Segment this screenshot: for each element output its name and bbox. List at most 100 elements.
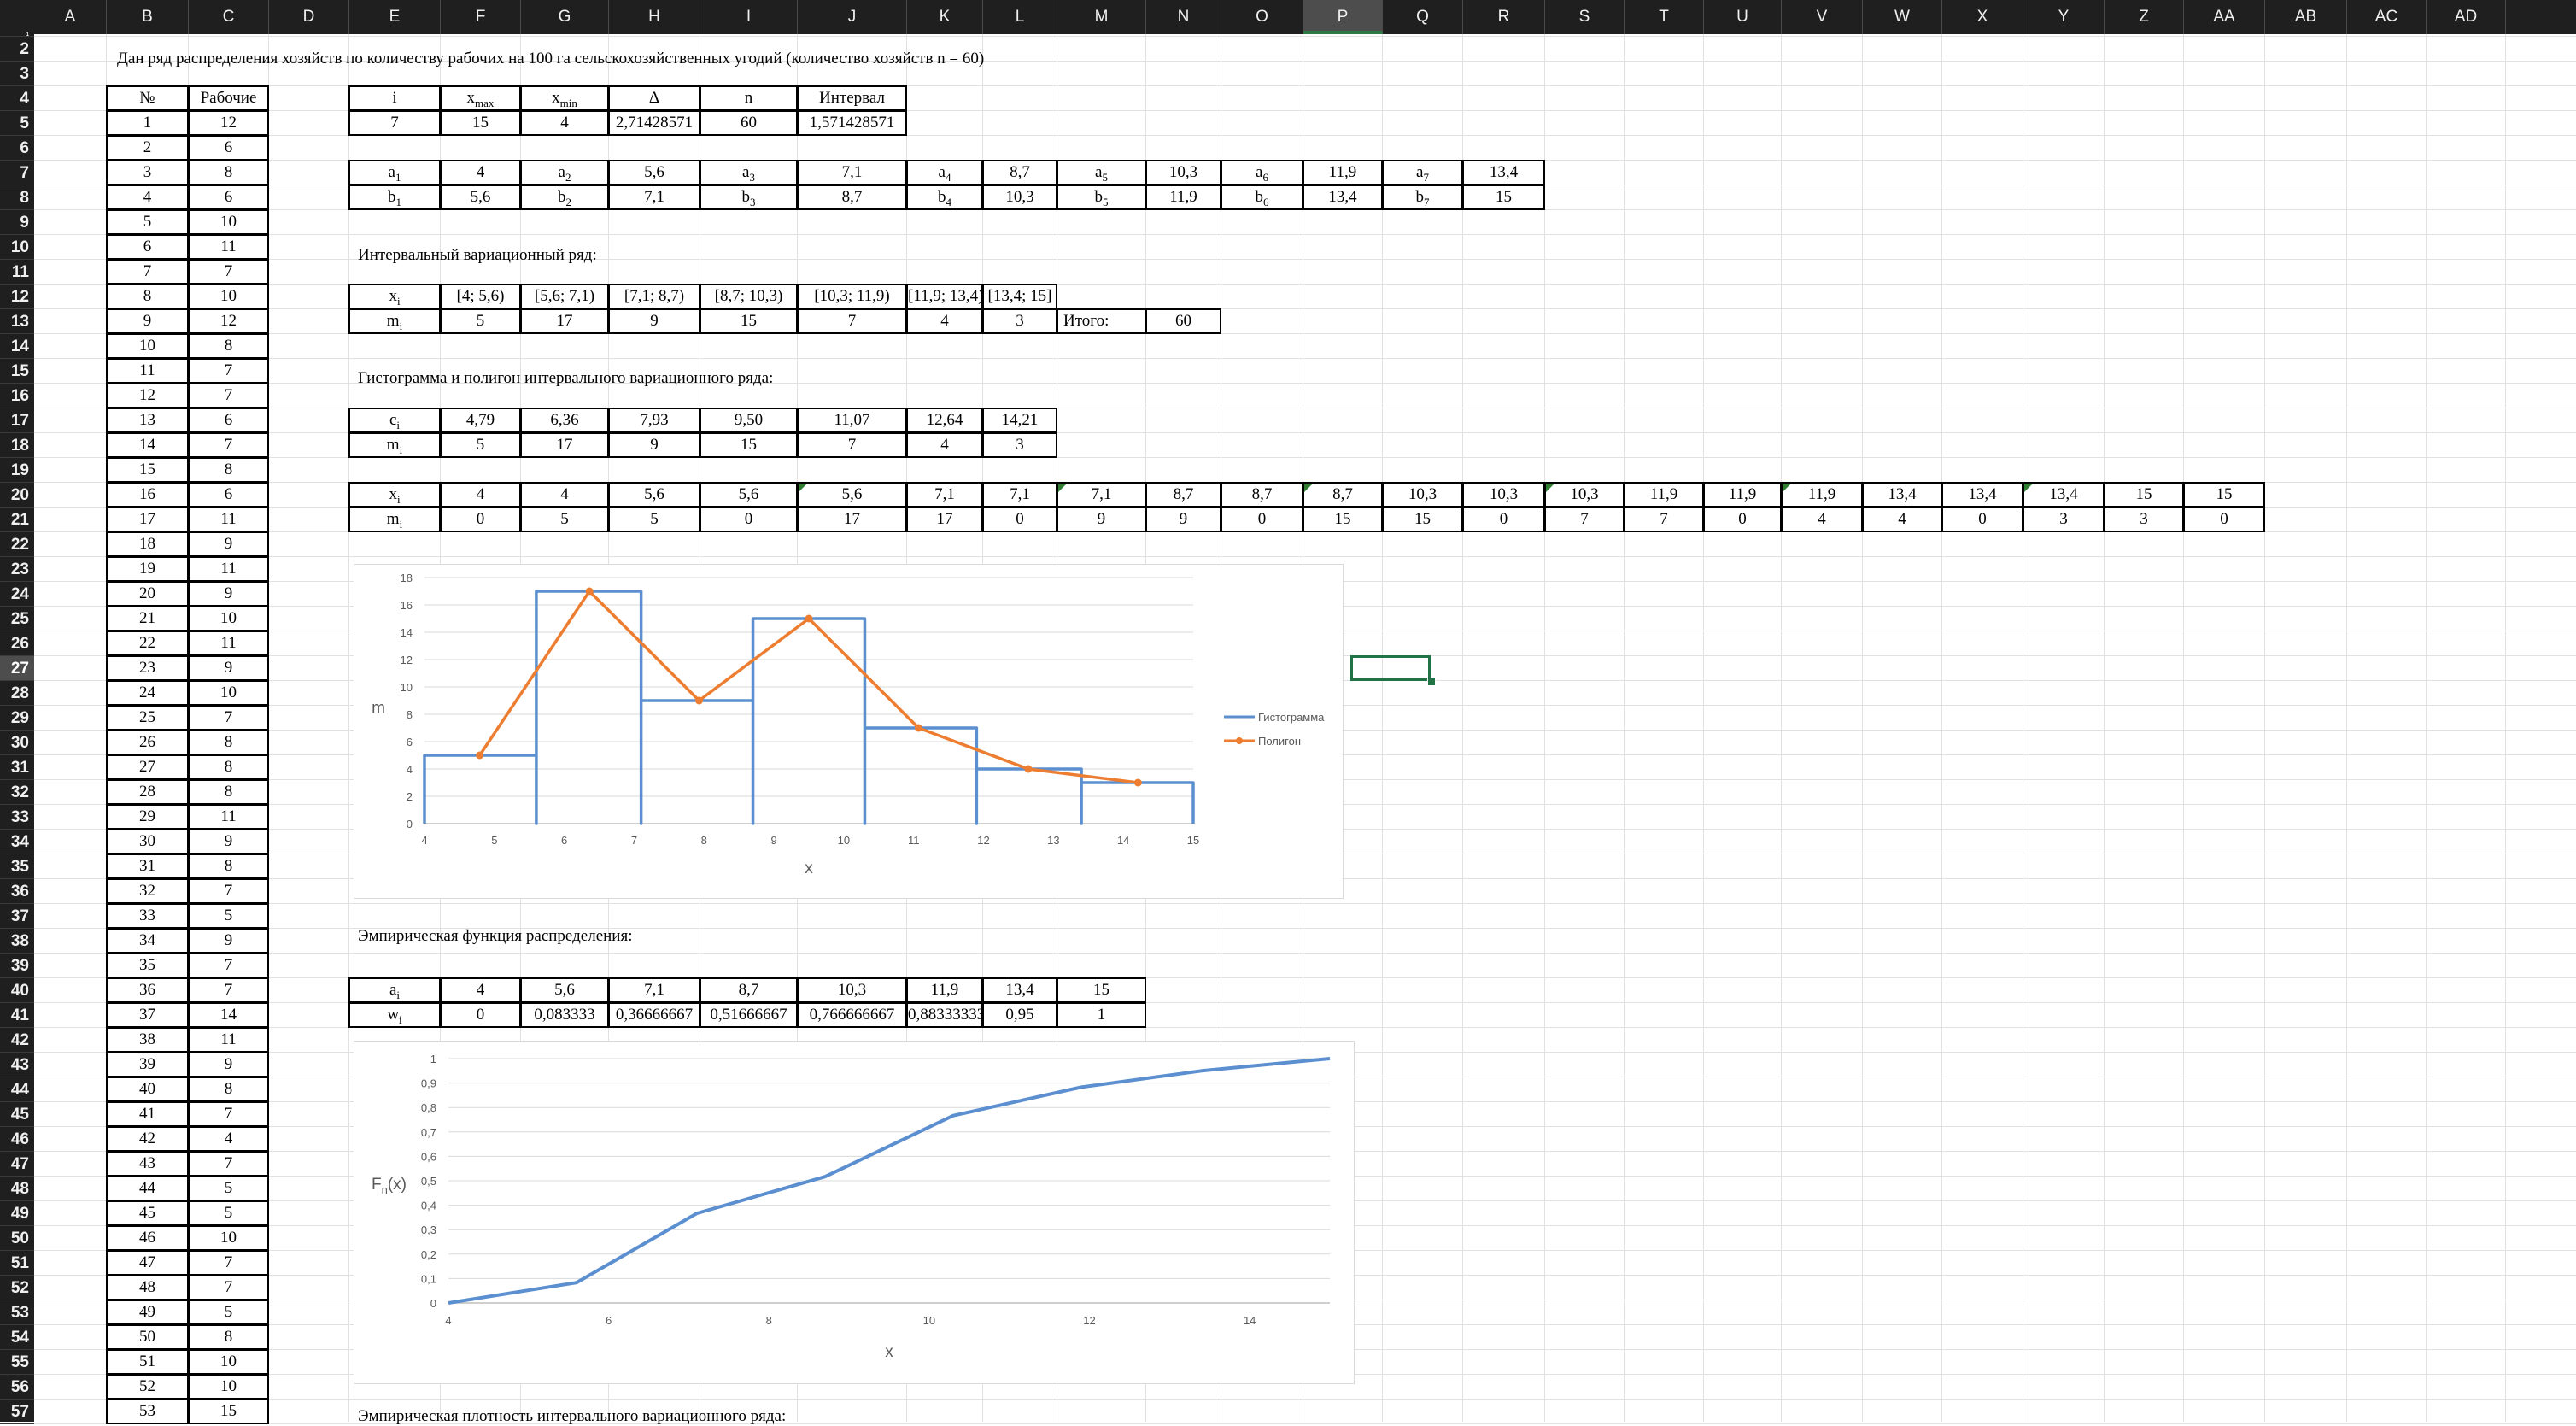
param-value[interactable]: 4 <box>520 110 609 136</box>
bound-b-label[interactable]: b5 <box>1057 185 1146 210</box>
row-header-20[interactable]: 20 <box>0 483 34 508</box>
bound-a-label[interactable]: a7 <box>1382 160 1463 185</box>
center-frequency[interactable]: 4 <box>906 432 983 458</box>
workers-value[interactable]: 10 <box>188 680 269 706</box>
row-number[interactable]: 6 <box>106 234 189 260</box>
workers-value[interactable]: 7 <box>188 1275 269 1300</box>
row-header-29[interactable]: 29 <box>0 706 34 731</box>
row-header-28[interactable]: 28 <box>0 681 34 706</box>
workers-value[interactable]: 7 <box>188 1250 269 1276</box>
column-header-e[interactable]: E <box>349 0 441 34</box>
param-header-delta[interactable]: Δ <box>608 85 700 111</box>
workers-value[interactable]: 7 <box>188 432 269 458</box>
bound-a-value[interactable]: 10,3 <box>1145 160 1221 185</box>
hist-x-value[interactable]: 8,7 <box>1221 482 1303 508</box>
workers-value[interactable]: 11 <box>188 804 269 830</box>
fill-handle[interactable] <box>1427 678 1436 686</box>
workers-value[interactable]: 7 <box>188 358 269 384</box>
row-number[interactable]: 53 <box>106 1399 189 1424</box>
param-header-xmin[interactable]: xmin <box>520 85 609 111</box>
ecdf-a-value[interactable]: 15 <box>1057 977 1146 1003</box>
workers-value[interactable]: 6 <box>188 185 269 210</box>
total-value[interactable]: 60 <box>1145 308 1221 334</box>
workers-value[interactable]: 11 <box>188 556 269 582</box>
workers-value[interactable]: 10 <box>188 209 269 235</box>
hist-m-value[interactable]: 15 <box>1382 507 1463 532</box>
hist-x-value[interactable]: 11,9 <box>1703 482 1782 508</box>
hist-x-value[interactable]: 13,4 <box>1862 482 1942 508</box>
center-m-label[interactable]: mi <box>348 432 441 458</box>
row-header-34[interactable]: 34 <box>0 830 34 854</box>
bound-a-label[interactable]: a4 <box>906 160 983 185</box>
center-value[interactable]: 12,64 <box>906 408 983 433</box>
workers-value[interactable]: 6 <box>188 408 269 433</box>
row-number[interactable]: 26 <box>106 730 189 755</box>
workers-value[interactable]: 14 <box>188 1002 269 1028</box>
row-number[interactable]: 33 <box>106 903 189 929</box>
hist-m-value[interactable]: 3 <box>2104 507 2184 532</box>
hist-m-value[interactable]: 9 <box>1145 507 1221 532</box>
row-number[interactable]: 27 <box>106 754 189 780</box>
frequency-cell[interactable]: 15 <box>700 308 798 334</box>
bound-a-value[interactable]: 7,1 <box>797 160 907 185</box>
workers-value[interactable]: 8 <box>188 1324 269 1350</box>
row-number[interactable]: 49 <box>106 1300 189 1325</box>
row-header-13[interactable]: 13 <box>0 309 34 334</box>
workers-value[interactable]: 7 <box>188 977 269 1003</box>
param-value[interactable]: 2,71428571 <box>608 110 700 136</box>
bound-b-label[interactable]: b1 <box>348 185 441 210</box>
error-indicator-icon[interactable] <box>2024 484 2033 492</box>
hist-m-value[interactable]: 4 <box>1862 507 1942 532</box>
row-header-41[interactable]: 41 <box>0 1003 34 1028</box>
workers-value[interactable]: 9 <box>188 928 269 954</box>
workers-value[interactable]: 7 <box>188 383 269 408</box>
row-number[interactable]: 38 <box>106 1027 189 1053</box>
row-header-23[interactable]: 23 <box>0 557 34 582</box>
frequency-cell[interactable]: 4 <box>906 308 983 334</box>
row-header-19[interactable]: 19 <box>0 458 34 483</box>
column-header-d[interactable]: D <box>269 0 349 34</box>
bound-a-label[interactable]: a3 <box>700 160 798 185</box>
center-value[interactable]: 6,36 <box>520 408 609 433</box>
interval-cell[interactable]: [7,1; 8,7) <box>608 284 700 309</box>
center-frequency[interactable]: 17 <box>520 432 609 458</box>
bound-a-label[interactable]: a2 <box>520 160 609 185</box>
row-number[interactable]: 36 <box>106 977 189 1003</box>
interval-cell[interactable]: [10,3; 11,9) <box>797 284 907 309</box>
row-header-53[interactable]: 53 <box>0 1300 34 1325</box>
hist-m-value[interactable]: 5 <box>608 507 700 532</box>
row-header-56[interactable]: 56 <box>0 1375 34 1400</box>
hist-m-value[interactable]: 0 <box>1703 507 1782 532</box>
workers-value[interactable]: 11 <box>188 631 269 656</box>
column-header-q[interactable]: Q <box>1383 0 1463 34</box>
row-header-51[interactable]: 51 <box>0 1251 34 1276</box>
bound-b-value[interactable]: 7,1 <box>608 185 700 210</box>
column-header-x[interactable]: X <box>1942 0 2023 34</box>
workers-value[interactable]: 9 <box>188 581 269 607</box>
row-number[interactable]: 10 <box>106 333 189 359</box>
row-header-26[interactable]: 26 <box>0 631 34 656</box>
column-header-w[interactable]: W <box>1863 0 1942 34</box>
hist-m-value[interactable]: 7 <box>1624 507 1704 532</box>
ecdf-w-value[interactable]: 0,88333333 <box>906 1002 983 1028</box>
hist-m-value[interactable]: 7 <box>1544 507 1625 532</box>
column-header-f[interactable]: F <box>441 0 521 34</box>
column-header-z[interactable]: Z <box>2105 0 2184 34</box>
center-value[interactable]: 4,79 <box>440 408 521 433</box>
row-number[interactable]: 5 <box>106 209 189 235</box>
row-number[interactable]: 29 <box>106 804 189 830</box>
hist-m-value[interactable]: 0 <box>700 507 798 532</box>
row-header-4[interactable]: 4 <box>0 86 34 111</box>
workers-value[interactable]: 7 <box>188 1151 269 1177</box>
interval-m-label[interactable]: mi <box>348 308 441 334</box>
column-header-h[interactable]: H <box>609 0 700 34</box>
row-number[interactable]: 22 <box>106 631 189 656</box>
row-number[interactable]: 32 <box>106 878 189 904</box>
row-number[interactable]: 16 <box>106 482 189 508</box>
hist-m-value[interactable]: 0 <box>982 507 1057 532</box>
bound-b-label[interactable]: b2 <box>520 185 609 210</box>
row-header-33[interactable]: 33 <box>0 805 34 830</box>
column-header-t[interactable]: T <box>1625 0 1704 34</box>
row-number[interactable]: 25 <box>106 705 189 731</box>
hist-m-value[interactable]: 9 <box>1057 507 1146 532</box>
